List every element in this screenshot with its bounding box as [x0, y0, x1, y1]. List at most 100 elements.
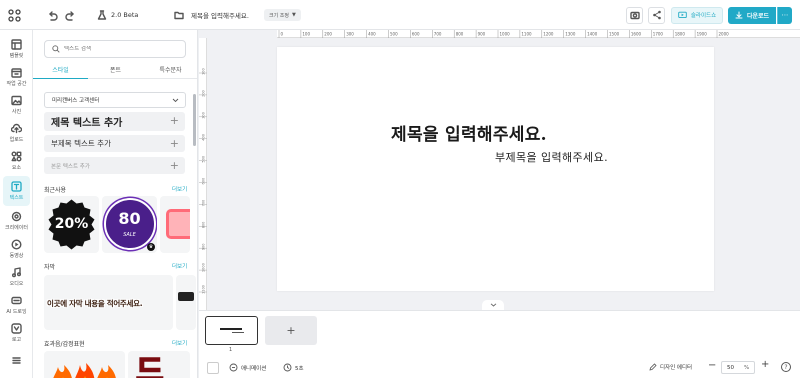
add-body-text-button[interactable]: 본문 텍스트 추가 +	[44, 157, 185, 174]
add-subtitle-text-button[interactable]: 부제목 텍스트 추가 +	[44, 135, 185, 152]
tab-label: 특수문자	[159, 67, 182, 74]
add-page-button[interactable]: +	[265, 316, 317, 345]
ruler-tick-label: 900	[202, 244, 206, 251]
page-number: 1	[229, 347, 233, 353]
ruler-tick-label: 100	[302, 32, 310, 37]
ruler-tick-label: 1000	[500, 32, 511, 37]
template-icon	[11, 39, 22, 50]
size-adjust-button[interactable]: 크기 조정 ▼	[264, 0, 301, 30]
subtitle-sample-item-2[interactable]	[176, 275, 196, 330]
add-title-label: 제목 텍스트 추가	[51, 118, 123, 129]
save-image-button[interactable]	[626, 0, 643, 30]
download-label: 다운로드	[746, 12, 770, 20]
page-thumbnail[interactable]	[205, 316, 258, 345]
effects-item-text[interactable]: 드	[128, 351, 190, 378]
panel-scrollbar[interactable]	[193, 94, 196, 146]
sidebar-item-creator[interactable]: 크리에이터	[0, 206, 33, 236]
add-body-label: 본문 텍스트 추가	[51, 163, 90, 170]
search-input[interactable]	[64, 46, 174, 52]
sidebar-item-video[interactable]: 동영상	[0, 234, 33, 264]
home-grid-icon[interactable]	[8, 0, 21, 30]
undo-icon[interactable]	[47, 0, 58, 30]
recent-more-link[interactable]: 더보기	[172, 185, 187, 193]
sidebar-item-more[interactable]	[0, 346, 33, 376]
doc-title-area[interactable]: 제목을 입력해주세요.	[174, 0, 249, 30]
ruler-tick-label: 600	[202, 178, 206, 185]
sidebar-item-photo[interactable]: 사진	[0, 90, 33, 120]
version-button[interactable]: 2.0 Beta	[97, 0, 138, 30]
caret-down-icon: ▼	[292, 12, 296, 18]
sidebar-item-elements[interactable]: 요소	[0, 146, 33, 176]
ruler-tick-label: 1900	[697, 32, 708, 37]
sidebar-item-logo[interactable]: 로고	[0, 318, 33, 348]
download-button[interactable]: 다운로드	[728, 0, 776, 30]
version-label: 2.0 Beta	[111, 11, 139, 19]
sidebar-item-upload[interactable]: 업로드	[0, 118, 33, 148]
video-icon	[11, 239, 22, 250]
more-dots-icon: ⋯	[781, 10, 789, 19]
sidebar-item-template[interactable]: 템플릿	[0, 34, 33, 64]
vertical-ruler: 100 200 300 400 500 600 700 800 900 1000 1100	[199, 38, 207, 310]
ruler-tick-label: 1200	[543, 32, 554, 37]
duration-button[interactable]: 5초	[283, 363, 304, 372]
sidebar-item-audio[interactable]: 오디오	[0, 262, 33, 292]
ruler-tick-label: 800	[456, 32, 464, 37]
photo-icon	[11, 95, 22, 106]
help-icon[interactable]: ?	[781, 362, 791, 372]
collapse-pages-button[interactable]	[482, 300, 504, 310]
recent-item-20-percent[interactable]: 20%	[44, 196, 99, 253]
fire-icon	[53, 363, 116, 378]
zoom-out-icon[interactable]: −	[708, 360, 716, 371]
download-more-button[interactable]: ⋯	[777, 0, 792, 30]
search-box[interactable]	[44, 40, 186, 58]
animation-label: 애니메이션	[241, 365, 267, 372]
design-editor-button[interactable]: 디자인 에디터	[649, 363, 692, 371]
ruler-tick-label: 1000	[202, 263, 206, 272]
search-icon	[52, 45, 60, 53]
upload-icon	[11, 123, 22, 134]
tab-style[interactable]: 스타일	[33, 65, 88, 79]
zoom-value: 50	[727, 364, 734, 371]
recent-item-sale-80[interactable]: 80 SALE ♛	[102, 196, 157, 253]
effects-more-link[interactable]: 더보기	[172, 339, 187, 347]
tab-font[interactable]: 폰트	[88, 65, 143, 79]
font-select[interactable]: 미리캔버스 고객센터	[44, 92, 186, 108]
horizontal-ruler: 0 100 200 300 400 500 600 700 800 900 1000 1100 1200…	[277, 30, 800, 38]
sidebar-item-label: 크리에이터	[4, 225, 28, 231]
sidebar-item-label: 텍스트	[9, 195, 24, 201]
recent-section-title: 최근사용	[44, 187, 67, 194]
ruler-tick-label: 700	[202, 200, 206, 207]
plus-icon: +	[169, 114, 179, 127]
pink-frame	[166, 209, 190, 239]
page-title-text[interactable]: 제목을 입력해주세요.	[391, 120, 547, 145]
ruler-tick-label: 500	[390, 32, 398, 37]
ruler-tick-label: 400	[202, 134, 206, 141]
zoom-in-icon[interactable]: +	[761, 359, 769, 370]
tab-label: 폰트	[109, 67, 122, 74]
subtitle-more-link[interactable]: 더보기	[172, 262, 187, 270]
slideshow-button[interactable]: 슬라이드쇼	[671, 0, 723, 30]
share-button[interactable]	[648, 0, 665, 30]
ruler-tick-label: 1100	[202, 285, 206, 294]
subtitle-sample-item[interactable]: 이곳에 자막 내용을 적어주세요.	[44, 275, 173, 330]
ruler-tick-label: 500	[202, 156, 206, 163]
sidebar-item-label: 오디오	[9, 281, 24, 287]
ai-drawing-icon	[11, 296, 22, 305]
folder-icon	[174, 11, 184, 20]
add-title-text-button[interactable]: 제목 텍스트 추가 +	[44, 112, 185, 131]
ruler-tick-label: 1100	[521, 32, 532, 37]
sidebar-item-workspace[interactable]: 작업 공간	[0, 62, 33, 92]
sidebar-item-label: 사진	[11, 109, 22, 115]
page-subtitle-text[interactable]: 부제목을 입력해주세요.	[495, 149, 608, 165]
sidebar-item-label: 요소	[11, 165, 22, 171]
tab-special-chars[interactable]: 특수문자	[143, 65, 197, 79]
background-color-swatch[interactable]	[207, 362, 219, 374]
zoom-input[interactable]: 50 %	[721, 361, 755, 374]
sidebar-item-ai-drawing[interactable]: AI 드로잉	[0, 290, 33, 320]
sidebar-item-text[interactable]: 텍스트	[3, 176, 30, 206]
recent-item-pink-frame[interactable]	[160, 196, 190, 253]
animation-button[interactable]: 애니메이션	[229, 363, 266, 372]
redo-icon[interactable]	[65, 0, 76, 30]
design-page[interactable]: 제목을 입력해주세요. 부제목을 입력해주세요.	[277, 47, 714, 291]
effects-item-fire[interactable]	[44, 351, 125, 378]
